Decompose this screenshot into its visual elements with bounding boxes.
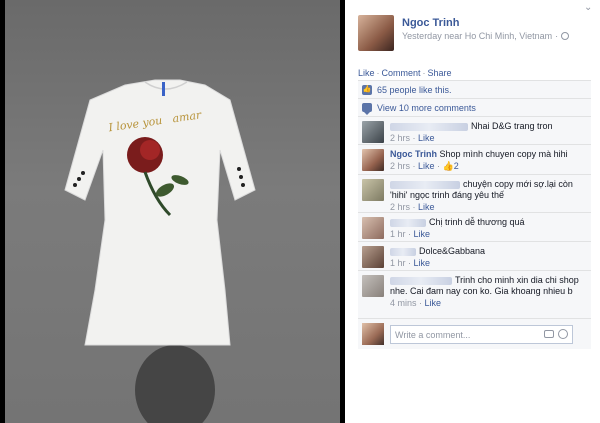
- redacted-name: [390, 180, 460, 189]
- photo-panel: I love you amar: [0, 0, 345, 423]
- comment-like-link[interactable]: Like: [414, 229, 431, 239]
- commenter-avatar[interactable]: [362, 217, 384, 239]
- comment-like-link[interactable]: Like: [418, 202, 435, 212]
- commenter-avatar[interactable]: [362, 121, 384, 143]
- comment-item: chuyện copy mới sợ.lại còn 'hihi' ngọc t…: [358, 175, 591, 213]
- comment-text: Shop mình chuyen copy mà hihi: [439, 149, 568, 159]
- comment-text: Nhai D&G trang tron: [471, 121, 553, 131]
- comment-text: Chị trinh dễ thương quá: [429, 217, 525, 227]
- globe-icon[interactable]: [561, 32, 570, 40]
- comments-icon: [362, 103, 372, 115]
- dress-illustration: [64, 79, 256, 423]
- action-separator: ·: [376, 68, 380, 78]
- comment-time[interactable]: 2 hrs: [390, 202, 410, 212]
- commenter-name[interactable]: Ngoc Trinh: [390, 149, 437, 159]
- post-actions: Like · Comment · Share: [358, 68, 452, 78]
- comment-item: Chị trinh dễ thương quá 1 hr · Like: [358, 213, 591, 242]
- comment-time[interactable]: 2 hrs: [390, 161, 410, 171]
- view-more-comments[interactable]: View 10 more comments: [377, 103, 476, 113]
- redacted-name: [390, 247, 416, 256]
- commenter-avatar[interactable]: [362, 275, 384, 297]
- comment-like-link[interactable]: Like: [418, 161, 435, 171]
- comment-item: Trinh cho minh xin dia chi shop nhe. Cai…: [358, 271, 591, 319]
- thumbs-up-icon: 👍: [442, 161, 454, 171]
- like-link[interactable]: Like: [358, 68, 375, 78]
- comment-like-count[interactable]: 2: [454, 161, 459, 171]
- post-timestamp-location[interactable]: Yesterday near Ho Chi Minh, Vietnam: [402, 31, 552, 41]
- commenter-avatar[interactable]: [362, 179, 384, 201]
- commenter-avatar[interactable]: [362, 149, 384, 171]
- redacted-name: [390, 218, 426, 227]
- likes-row: 👍 65 people like this.: [358, 81, 591, 99]
- redacted-name: [390, 276, 452, 285]
- owner-name[interactable]: Ngoc Trinh: [402, 17, 459, 29]
- options-icon[interactable]: ⌄: [584, 3, 594, 13]
- comment-time[interactable]: 1 hr: [390, 229, 406, 239]
- thumbs-up-icon: 👍: [362, 84, 372, 95]
- redacted-name: [390, 122, 468, 131]
- current-user-avatar: [362, 323, 384, 345]
- comment-like-link[interactable]: Like: [425, 298, 442, 308]
- feedback-area: 👍 65 people like this. View 10 more comm…: [358, 80, 591, 349]
- comment-time[interactable]: 4 mins: [390, 298, 417, 308]
- post-side-panel: ⌄ Ngoc Trinh Yesterday near Ho Chi Minh,…: [345, 0, 600, 423]
- comment-link[interactable]: Comment: [382, 68, 421, 78]
- post-meta: Yesterday near Ho Chi Minh, Vietnam ·: [402, 31, 570, 41]
- comment-item: Ngoc Trinh Shop mình chuyen copy mà hihi…: [358, 145, 591, 175]
- action-separator: ·: [422, 68, 426, 78]
- comment-placeholder: Write a comment...: [395, 329, 471, 340]
- comment-text: Dolce&Gabbana: [419, 246, 486, 256]
- view-more-row[interactable]: View 10 more comments: [358, 99, 591, 117]
- commenter-avatar[interactable]: [362, 246, 384, 268]
- emoticon-icon[interactable]: [558, 328, 568, 339]
- comment-like-link[interactable]: Like: [418, 133, 435, 143]
- comment-time[interactable]: 2 hrs: [390, 133, 410, 143]
- likes-count[interactable]: 65 people like this.: [377, 85, 452, 95]
- write-comment-row: Write a comment...: [358, 319, 591, 349]
- dress-photo[interactable]: I love you amar: [5, 0, 340, 423]
- comment-like-link[interactable]: Like: [414, 258, 431, 268]
- share-link[interactable]: Share: [428, 68, 452, 78]
- camera-icon[interactable]: [544, 329, 554, 338]
- comment-input[interactable]: Write a comment...: [390, 324, 573, 344]
- comment-item: Nhai D&G trang tron 2 hrs · Like: [358, 117, 591, 145]
- comment-item: Dolce&Gabbana 1 hr · Like: [358, 242, 591, 271]
- meta-separator: ·: [555, 31, 559, 41]
- comment-time[interactable]: 1 hr: [390, 258, 406, 268]
- owner-avatar[interactable]: [358, 15, 394, 51]
